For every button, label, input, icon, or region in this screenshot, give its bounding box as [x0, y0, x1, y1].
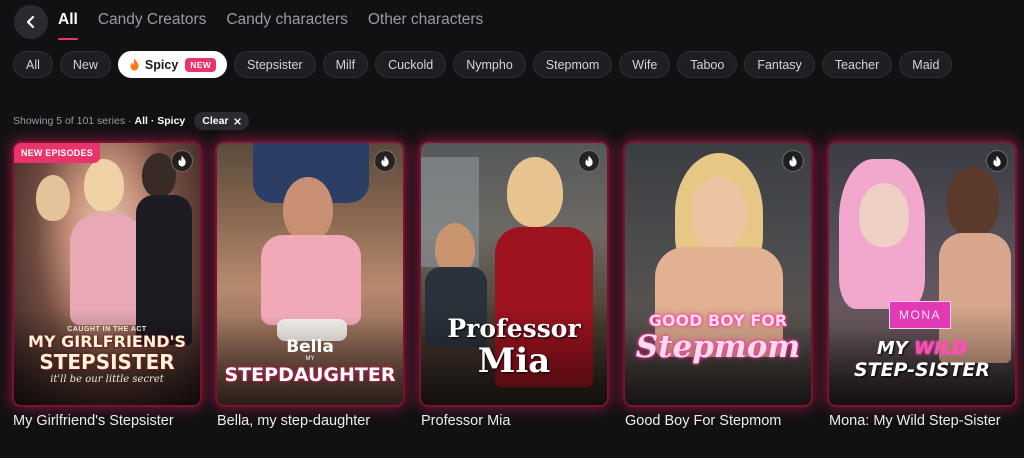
- poster-line-1: Professor: [447, 314, 581, 343]
- poster-tag-text: MONA: [899, 308, 941, 322]
- series-card[interactable]: Professor Mia: [421, 143, 607, 405]
- poster-title: GOOD BOY FOR Stepmom: [625, 311, 811, 364]
- figure-silhouette: [36, 175, 70, 221]
- tab-candy-characters[interactable]: Candy characters: [226, 11, 347, 39]
- poster-small: MY: [305, 356, 315, 362]
- chip-all[interactable]: All: [13, 51, 53, 78]
- filter-summary: Showing 5 of 101 series · All · Spicy Cl…: [13, 112, 249, 130]
- clear-label: Clear: [202, 115, 229, 127]
- chip-nympho[interactable]: Nympho: [453, 51, 526, 78]
- spicy-flame-icon: [986, 150, 1008, 172]
- poster-line-1: Bella: [286, 337, 334, 357]
- chip-stepmom[interactable]: Stepmom: [532, 51, 613, 78]
- category-tabs: All Candy Creators Candy characters Othe…: [58, 11, 503, 40]
- figure-silhouette: [283, 177, 333, 241]
- series-card[interactable]: Bella MY STEPDAUGHTER: [217, 143, 403, 405]
- poster-line-1a: MY: [876, 338, 908, 359]
- chip-new[interactable]: New: [59, 51, 111, 78]
- chip-teacher[interactable]: Teacher: [821, 51, 893, 78]
- poster-line-2: STEP-SISTER: [853, 359, 991, 381]
- poster-line-2: Mia: [477, 341, 551, 381]
- spicy-flame-icon: [374, 150, 396, 172]
- poster-title: CAUGHT IN THE ACT MY GIRLFRIEND'S STEPSI…: [14, 326, 200, 385]
- series-title[interactable]: My Girlfriend's Stepsister: [13, 412, 203, 431]
- tab-other-characters[interactable]: Other characters: [368, 11, 483, 39]
- series-title[interactable]: Bella, my step-daughter: [217, 412, 407, 431]
- chevron-left-icon: [26, 15, 35, 29]
- close-icon: [233, 117, 241, 125]
- poster-title: Bella MY STEPDAUGHTER: [217, 339, 403, 387]
- figure-silhouette: [859, 183, 909, 247]
- chip-spicy[interactable]: Spicy NEW: [117, 51, 228, 78]
- poster-line-2: Stepmom: [635, 329, 801, 365]
- back-button[interactable]: [14, 5, 48, 39]
- tab-candy-creators[interactable]: Candy Creators: [98, 11, 207, 39]
- series-card[interactable]: MONA MY WILD STEP-SISTER: [829, 143, 1015, 405]
- spicy-flame-icon: [782, 150, 804, 172]
- series-title[interactable]: Professor Mia: [421, 412, 611, 431]
- poster-line-1: GOOD BOY FOR: [648, 311, 788, 330]
- series-title[interactable]: Good Boy For Stepmom: [625, 412, 815, 431]
- chip-spicy-label: Spicy: [144, 57, 179, 72]
- filter-chips: All New Spicy NEW Stepsister Milf Cuckol…: [13, 51, 953, 78]
- spicy-flame-icon: [171, 150, 193, 172]
- series-card[interactable]: GOOD BOY FOR Stepmom: [625, 143, 811, 405]
- active-filters: All · Spicy: [134, 115, 186, 127]
- new-badge: NEW: [185, 57, 217, 72]
- poster-title: MY WILD STEP-SISTER: [829, 338, 1015, 382]
- flame-icon: [129, 58, 140, 71]
- tab-all[interactable]: All: [58, 11, 78, 40]
- poster-line-2: STEPSISTER: [39, 350, 175, 374]
- poster-title: Professor Mia: [421, 314, 607, 381]
- poster-line-2: STEPDAUGHTER: [224, 364, 396, 386]
- poster-name-tag: MONA: [889, 301, 951, 329]
- figure-silhouette: [947, 167, 999, 237]
- poster-line-1b: WILD: [914, 338, 968, 359]
- chip-cuckold[interactable]: Cuckold: [375, 51, 447, 78]
- poster-line-1: MY GIRLFRIEND'S: [28, 332, 186, 351]
- series-title[interactable]: Mona: My Wild Step-Sister: [829, 412, 1009, 431]
- chip-maid[interactable]: Maid: [899, 51, 953, 78]
- figure-silhouette: [261, 235, 361, 325]
- chip-wife[interactable]: Wife: [619, 51, 671, 78]
- spicy-flame-icon: [578, 150, 600, 172]
- new-episodes-badge: NEW EPISODES: [14, 143, 100, 163]
- top-navigation: All Candy Creators Candy characters Othe…: [0, 0, 1024, 44]
- figure-silhouette: [507, 157, 563, 227]
- chip-fantasy[interactable]: Fantasy: [744, 51, 815, 78]
- clear-filters-button[interactable]: Clear: [194, 112, 249, 130]
- chip-stepsister[interactable]: Stepsister: [234, 51, 316, 78]
- figure-silhouette: [84, 159, 124, 211]
- results-count: Showing 5 of 101 series ·: [13, 115, 132, 127]
- chip-milf[interactable]: Milf: [322, 51, 369, 78]
- poster-tagline: it'll be our little secret: [50, 374, 164, 385]
- chip-taboo[interactable]: Taboo: [677, 51, 738, 78]
- figure-silhouette: [691, 177, 747, 249]
- series-card[interactable]: NEW EPISODES CAUGHT IN THE ACT MY GIRLFR…: [14, 143, 200, 405]
